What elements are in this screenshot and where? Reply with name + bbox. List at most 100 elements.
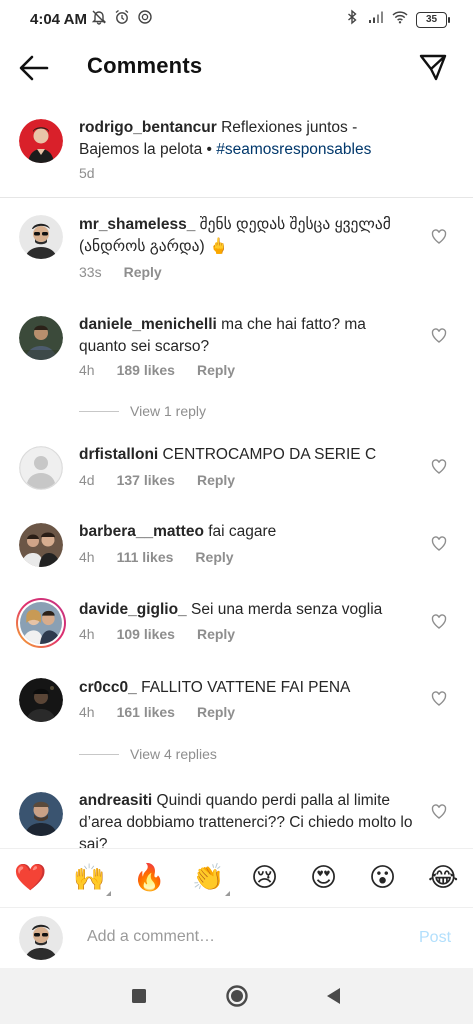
view-replies-label: View 4 replies xyxy=(130,746,217,762)
header: Comments xyxy=(0,40,473,96)
like-button[interactable] xyxy=(431,229,447,244)
comment-time: 4h xyxy=(79,704,95,720)
reply-button[interactable]: Reply xyxy=(197,362,235,378)
emoji-quick-bar: ❤️ 🙌 🔥 👏 😢 😍 😮 😂 xyxy=(0,848,473,908)
arrow-left-icon xyxy=(19,55,49,81)
view-replies-label: View 1 reply xyxy=(130,403,207,419)
emoji-glyph: 👏 xyxy=(192,863,225,893)
emoji-clapping-hands[interactable]: 👏 xyxy=(192,862,231,896)
like-button[interactable] xyxy=(431,804,447,819)
post-caption: rodrigo_bentancur Reflexiones juntos - B… xyxy=(0,105,473,198)
avatar[interactable] xyxy=(19,215,63,259)
comment-meta: 4h 161 likes Reply xyxy=(79,704,235,720)
status-left-icons xyxy=(91,9,153,30)
like-button[interactable] xyxy=(431,328,447,343)
heart-outline-icon xyxy=(431,614,447,629)
comment-text: davide_giglio_ Sei una merda senza vogli… xyxy=(79,599,414,621)
likes-count[interactable]: 111 likes xyxy=(117,549,174,565)
paper-plane-icon xyxy=(419,54,447,81)
avatar[interactable] xyxy=(19,678,63,722)
avatar[interactable] xyxy=(19,446,63,490)
comment-time: 4d xyxy=(79,472,95,488)
avatar[interactable] xyxy=(19,316,63,360)
caption-username[interactable]: rodrigo_bentancur xyxy=(79,119,217,136)
comment-text: cr0cc0_ FALLITO VATTENE FAI PENA xyxy=(79,677,414,699)
reply-button[interactable]: Reply xyxy=(197,472,235,488)
comment-item: davide_giglio_ Sei una merda senza vogli… xyxy=(0,584,473,662)
heart-outline-icon xyxy=(431,536,447,551)
alarm-icon xyxy=(114,9,130,30)
recents-button[interactable] xyxy=(127,984,151,1008)
comment-text: drfistalloni CENTROCAMPO DA SERIE C xyxy=(79,444,414,466)
reply-button[interactable]: Reply xyxy=(197,626,235,642)
status-bar: 4:04 AM 35 xyxy=(0,0,473,40)
comment-item: cr0cc0_ FALLITO VATTENE FAI PENA 4h 161 … xyxy=(0,662,473,782)
emoji-raising-hands[interactable]: 🙌 xyxy=(73,862,112,896)
comment-meta: 4d 137 likes Reply xyxy=(79,472,235,488)
avatar[interactable] xyxy=(19,792,63,836)
like-button[interactable] xyxy=(431,614,447,629)
share-button[interactable] xyxy=(418,52,448,82)
emoji-fire[interactable]: 🔥 xyxy=(133,862,165,894)
back-button[interactable] xyxy=(18,54,50,82)
like-button[interactable] xyxy=(431,691,447,706)
comment-time: 4h xyxy=(79,626,95,642)
comment-username[interactable]: andreasiti xyxy=(79,792,152,809)
circle-icon xyxy=(226,985,248,1007)
mute-icon xyxy=(91,9,107,30)
comment-username[interactable]: daniele_menichelli xyxy=(79,316,217,333)
likes-count[interactable]: 189 likes xyxy=(117,362,175,378)
triangle-left-icon xyxy=(327,988,340,1004)
avatar[interactable] xyxy=(19,523,63,567)
reply-button[interactable]: Reply xyxy=(195,549,233,565)
comment-body: CENTROCAMPO DA SERIE C xyxy=(162,446,377,463)
post-button[interactable]: Post xyxy=(419,929,451,947)
comment-username[interactable]: cr0cc0_ xyxy=(79,679,137,696)
battery-icon: 35 xyxy=(416,11,450,28)
emoji-red-heart[interactable]: ❤️ xyxy=(14,862,46,894)
heart-outline-icon xyxy=(431,804,447,819)
status-right-icons: 35 xyxy=(344,9,450,30)
emoji-open-mouth[interactable]: 😮 xyxy=(369,862,396,894)
like-button[interactable] xyxy=(431,459,447,474)
page-title: Comments xyxy=(87,53,203,78)
view-replies-button[interactable]: View 4 replies xyxy=(79,746,217,762)
comment-item: barbera__matteo fai cagare 4h 111 likes … xyxy=(0,506,473,584)
bluetooth-icon xyxy=(344,9,360,30)
comment-meta: 33s Reply xyxy=(79,264,162,280)
comment-item: drfistalloni CENTROCAMPO DA SERIE C 4d 1… xyxy=(0,428,473,506)
likes-count[interactable]: 137 likes xyxy=(117,472,175,488)
comment-item: andreasiti Quindi quando perdi palla al … xyxy=(0,782,473,848)
caption-time: 5d xyxy=(79,165,95,181)
comment-username[interactable]: barbera__matteo xyxy=(79,523,204,540)
comment-username[interactable]: drfistalloni xyxy=(79,446,158,463)
heart-outline-icon xyxy=(431,459,447,474)
skin-tone-indicator xyxy=(106,891,112,896)
current-user-avatar xyxy=(19,916,63,960)
emoji-tears-of-joy[interactable]: 😂 xyxy=(428,862,458,894)
likes-count[interactable]: 109 likes xyxy=(117,626,175,642)
comment-input[interactable] xyxy=(87,928,387,946)
comment-item: daniele_menichelli ma che hai fatto? ma … xyxy=(0,298,473,428)
emoji-crying-face[interactable]: 😢 xyxy=(251,862,278,894)
home-button[interactable] xyxy=(225,984,249,1008)
comment-username[interactable]: davide_giglio_ xyxy=(79,601,187,618)
likes-count[interactable]: 161 likes xyxy=(117,704,175,720)
heart-outline-icon xyxy=(431,229,447,244)
avatar-story-ring[interactable] xyxy=(16,598,66,648)
reply-button[interactable]: Reply xyxy=(197,704,235,720)
caption-hashtag[interactable]: #seamosresponsables xyxy=(216,141,371,158)
wifi-icon xyxy=(392,9,408,30)
back-nav-button[interactable] xyxy=(322,984,346,1008)
comment-body: Sei una merda senza voglia xyxy=(190,601,383,618)
square-icon xyxy=(132,989,146,1003)
emoji-heart-eyes[interactable]: 😍 xyxy=(310,862,337,894)
reply-button[interactable]: Reply xyxy=(124,264,162,280)
comment-username[interactable]: mr_shameless_ xyxy=(79,216,195,233)
view-replies-button[interactable]: View 1 reply xyxy=(79,403,206,419)
avatar[interactable] xyxy=(19,119,63,163)
skin-tone-indicator xyxy=(225,891,231,896)
like-button[interactable] xyxy=(431,536,447,551)
comment-meta: 4h 111 likes Reply xyxy=(79,549,234,565)
data-saver-icon xyxy=(137,9,153,30)
